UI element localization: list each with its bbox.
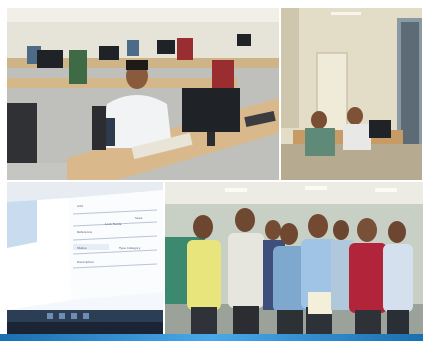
screen-text-line: Reference bbox=[77, 230, 93, 234]
screen-text-line: Type Category bbox=[119, 246, 141, 250]
screen-text-line: Description bbox=[77, 260, 95, 264]
laptop-screen-photo: Lock Fields Add Reference Save Status Ty… bbox=[7, 182, 163, 335]
screen-text-line: Lock Fields bbox=[105, 222, 122, 226]
lab-corner-photo bbox=[281, 8, 422, 180]
group-photo-scene bbox=[165, 182, 423, 335]
screen-text-line: Add bbox=[77, 204, 83, 208]
group-photo bbox=[165, 182, 423, 335]
decorative-frame-band bbox=[0, 334, 423, 341]
lab-corner-scene bbox=[281, 8, 422, 180]
computer-lab-photo bbox=[7, 8, 279, 180]
screen-text-line: Status bbox=[77, 246, 87, 250]
screen-text-line: Save bbox=[135, 216, 143, 220]
photo-collage: Lock Fields Add Reference Save Status Ty… bbox=[0, 0, 423, 341]
laptop-screen-scene bbox=[7, 182, 163, 335]
computer-lab-scene bbox=[7, 8, 279, 180]
